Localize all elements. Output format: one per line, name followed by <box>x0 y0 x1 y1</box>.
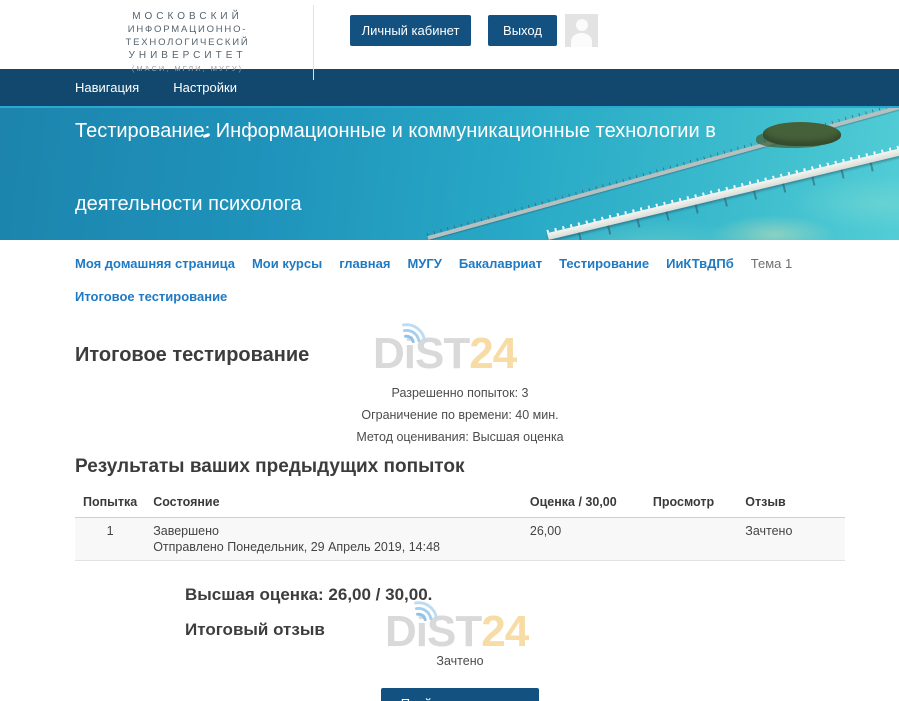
attempt-grade-cell: 26,00 <box>522 518 645 561</box>
breadcrumb-mugu[interactable]: МУГУ <box>407 256 441 271</box>
breadcrumb-row-1: Моя домашняя страница Мои курсы главная … <box>75 256 899 271</box>
col-header-review: Просмотр <box>645 489 737 518</box>
breadcrumb-final-test[interactable]: Итоговое тестирование <box>75 289 227 304</box>
course-title-line-2: деятельности психолога <box>75 191 716 217</box>
attempt-state-line-2: Отправлено Понедельник, 29 Апрель 2019, … <box>153 539 514 555</box>
logo-line-3: УНИВЕРСИТЕТ <box>74 49 301 62</box>
attempt-review-cell <box>645 518 737 561</box>
attempts-allowed-text: Разрешенно попыток: 3 <box>75 382 845 404</box>
breadcrumb-my-home[interactable]: Моя домашняя страница <box>75 256 235 271</box>
logo-line-1: МОСКОВСКИЙ <box>74 10 301 23</box>
breadcrumb-my-courses[interactable]: Мои курсы <box>252 256 322 271</box>
avatar-head-icon <box>576 19 588 31</box>
island-graphic <box>763 122 841 146</box>
personal-cabinet-button[interactable]: Личный кабинет <box>350 15 471 46</box>
breadcrumb-testing[interactable]: Тестирование <box>559 256 649 271</box>
course-title-line-1: Тестирование: Информационные и коммуника… <box>75 118 716 144</box>
time-limit-text: Ограничение по времени: 40 мин. <box>75 404 845 426</box>
site-header: МОСКОВСКИЙ ИНФОРМАЦИОННО-ТЕХНОЛОГИЧЕСКИЙ… <box>0 0 899 69</box>
col-header-attempt: Попытка <box>75 489 145 518</box>
attempt-feedback-cell: Зачтено <box>737 518 845 561</box>
final-feedback-heading: Итоговый отзыв <box>185 620 845 640</box>
nav-item-navigation[interactable]: Навигация <box>75 80 139 95</box>
breadcrumb: Моя домашняя страница Мои курсы главная … <box>0 240 899 318</box>
col-header-feedback: Отзыв <box>737 489 845 518</box>
logout-button[interactable]: Выход <box>488 15 557 46</box>
main-content: DiST24 Итоговое тестирование Разрешенно … <box>75 344 845 701</box>
user-avatar[interactable] <box>565 14 598 47</box>
attempt-state-cell: Завершено Отправлено Понедельник, 29 Апр… <box>145 518 522 561</box>
col-header-state: Состояние <box>145 489 522 518</box>
best-grade-text: Высшая оценка: 26,00 / 30,00. <box>185 585 845 605</box>
course-hero-banner: Тестирование: Информационные и коммуника… <box>0 106 899 240</box>
breadcrumb-iiktvdpb[interactable]: ИиКТвДПб <box>666 256 734 271</box>
col-header-grade: Оценка / 30,00 <box>522 489 645 518</box>
breadcrumb-main[interactable]: главная <box>339 256 390 271</box>
nav-item-settings[interactable]: Настройки <box>173 80 237 95</box>
page: МОСКОВСКИЙ ИНФОРМАЦИОННО-ТЕХНОЛОГИЧЕСКИЙ… <box>0 0 899 701</box>
table-row: 1 Завершено Отправлено Понедельник, 29 А… <box>75 518 845 561</box>
results-heading: Результаты ваших предыдущих попыток <box>75 456 845 478</box>
summary-block: Высшая оценка: 26,00 / 30,00. Итоговый о… <box>185 585 845 640</box>
grading-method-text: Метод оценивания: Высшая оценка <box>75 426 845 448</box>
university-logo[interactable]: МОСКОВСКИЙ ИНФОРМАЦИОННО-ТЕХНОЛОГИЧЕСКИЙ… <box>70 5 314 80</box>
retake-test-button[interactable]: Пройти тест заново <box>381 688 540 701</box>
attempt-number-cell: 1 <box>75 518 145 561</box>
breadcrumb-row-2: Итоговое тестирование <box>75 288 899 306</box>
attempt-state-line-1: Завершено <box>153 523 514 539</box>
logo-line-2: ИНФОРМАЦИОННО-ТЕХНОЛОГИЧЕСКИЙ <box>74 23 301 49</box>
logo-line-4: (МАСИ, МГЛИ, МУГУ) <box>74 63 301 74</box>
quiz-info: Разрешенно попыток: 3 Ограничение по вре… <box>75 382 845 448</box>
avatar-torso-icon <box>571 33 592 47</box>
final-feedback-row: Итоговый отзыв DiST24 <box>185 620 845 640</box>
quiz-title: Итоговое тестирование <box>75 344 845 367</box>
final-feedback-value: Зачтено <box>75 654 845 668</box>
course-title: Тестирование: Информационные и коммуника… <box>75 118 716 217</box>
breadcrumb-topic-1: Тема 1 <box>751 256 792 271</box>
breadcrumb-bachelor[interactable]: Бакалавриат <box>459 256 542 271</box>
attempts-table-header-row: Попытка Состояние Оценка / 30,00 Просмот… <box>75 489 845 518</box>
retake-button-area: Пройти тест заново <box>75 688 845 701</box>
attempts-table: Попытка Состояние Оценка / 30,00 Просмот… <box>75 489 845 561</box>
